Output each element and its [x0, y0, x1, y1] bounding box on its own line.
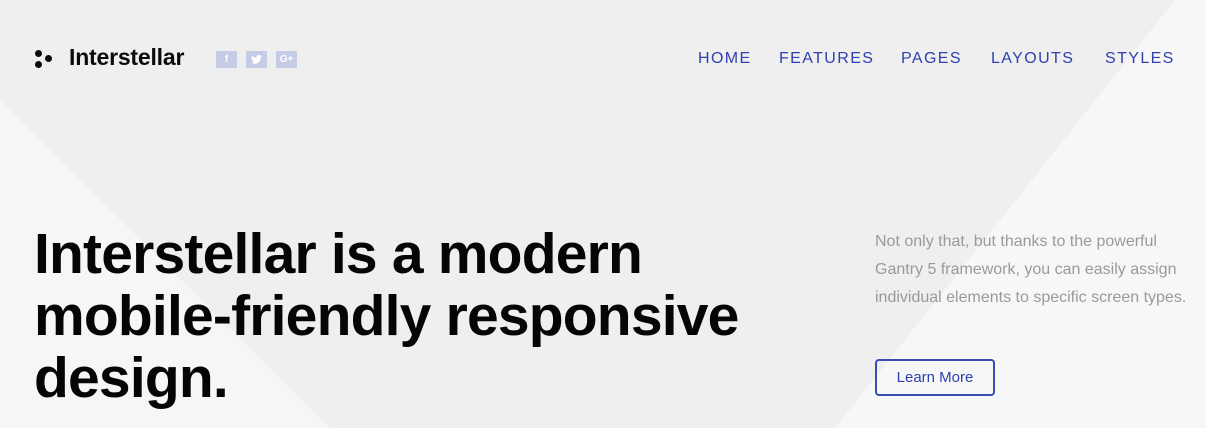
social-links: f G+ [216, 51, 297, 68]
facebook-glyph: f [224, 54, 229, 65]
hero-description: Not only that, but thanks to the powerfu… [875, 233, 1187, 306]
nav-item-styles[interactable]: STYLES [1105, 50, 1175, 68]
nav-item-pages[interactable]: PAGES [901, 50, 962, 68]
site-header: Interstellar f G+ HOME FEATURES PAGES LA… [0, 0, 1206, 120]
google-plus-glyph: G+ [279, 54, 294, 65]
nav-item-home[interactable]: HOME [698, 50, 752, 68]
hero-headline: Interstellar is a modern mobile-friendly… [34, 222, 739, 410]
page: Interstellar f G+ HOME FEATURES PAGES LA… [0, 0, 1206, 428]
nav-item-features[interactable]: FEATURES [779, 50, 874, 68]
learn-more-button[interactable]: Learn More [875, 359, 995, 396]
nav-item-layouts[interactable]: LAYOUTS [991, 50, 1074, 68]
google-plus-icon[interactable]: G+ [276, 51, 297, 68]
brand-logo[interactable]: Interstellar [34, 44, 184, 71]
facebook-icon[interactable]: f [216, 51, 237, 68]
twitter-bird-glyph [251, 55, 262, 64]
three-dots-logo-icon [34, 47, 54, 69]
twitter-icon[interactable] [246, 51, 267, 68]
brand-name: Interstellar [69, 44, 185, 70]
